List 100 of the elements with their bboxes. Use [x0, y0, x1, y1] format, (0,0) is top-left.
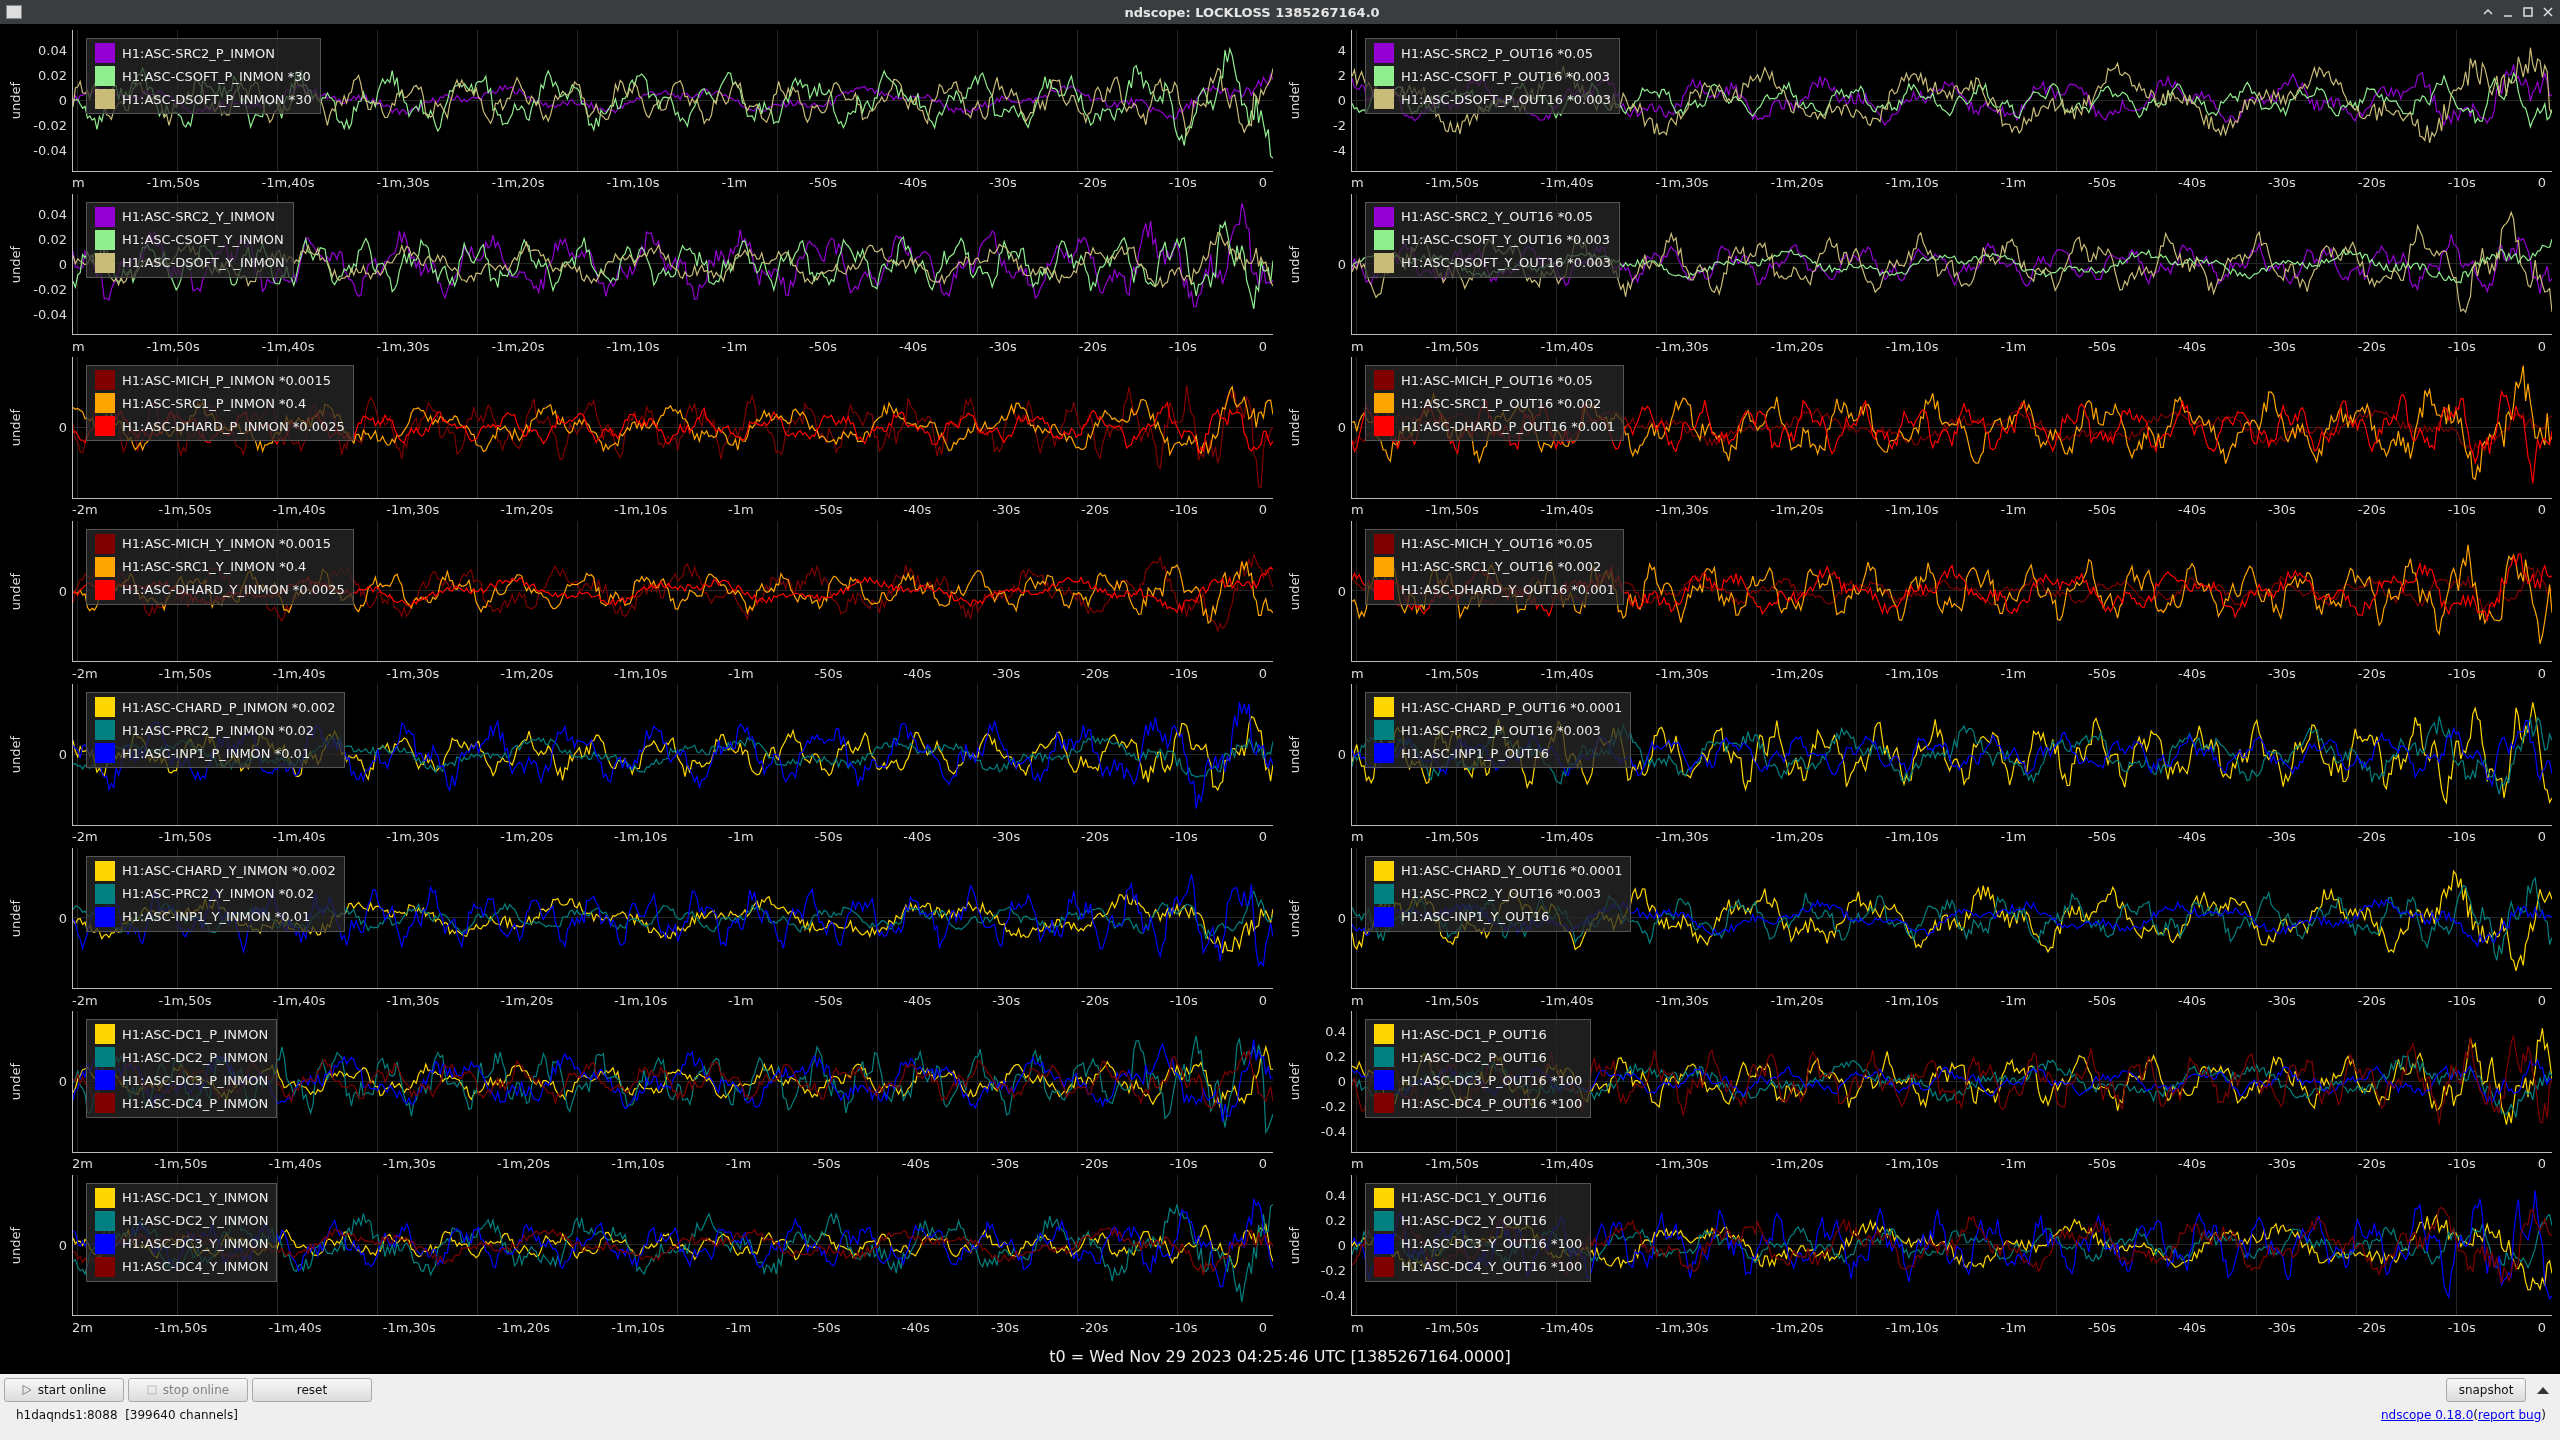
channel-label: H1:ASC-CHARD_P_OUT16 *0.0001	[1401, 699, 1623, 715]
axis-tick-label: 0	[1258, 338, 1267, 354]
axis-tick-label: 0	[1337, 1074, 1346, 1090]
play-icon	[21, 1385, 32, 1395]
axis-tick-label: -20s	[1078, 175, 1107, 190]
axis-title: undef	[1287, 409, 1303, 447]
channel-label: H1:ASC-DC1_P_OUT16	[1401, 1026, 1547, 1042]
channel-label: H1:ASC-INP1_Y_INMON *0.01	[122, 909, 311, 924]
axis-tick-label: -0.04	[33, 143, 67, 159]
axis-tick-label: -0.04	[33, 306, 67, 322]
close-icon[interactable]	[2542, 6, 2554, 18]
channel-label: H1:ASC-DC4_Y_OUT16 *100	[1401, 1259, 1583, 1274]
toolbar-button[interactable]: start online	[4, 1378, 124, 1402]
version-link[interactable]: ndscope 0.18.0	[2380, 1408, 2474, 1422]
axis-tick-label: -0.2	[1320, 1262, 1346, 1278]
axis-tick-label: -1m,50s	[1425, 1156, 1479, 1171]
report-bug-link[interactable]: report bug	[2478, 1408, 2542, 1422]
axis-tick-label: -50s	[2088, 175, 2117, 190]
axis-tick-label: -1m	[2000, 992, 2027, 1008]
channel-label: H1:ASC-DC3_P_OUT16 *100	[1401, 1072, 1583, 1088]
axis-tick-label: -30s	[2267, 1156, 2296, 1171]
axis-title: undef	[1287, 1226, 1303, 1264]
channel-label: H1:ASC-SRC2_Y_INMON	[122, 209, 275, 224]
axis-tick-label: 0	[2537, 665, 2546, 681]
axis-tick-label: 0	[58, 1074, 67, 1090]
axis-tick-label: -1m,40s	[1540, 665, 1594, 681]
axis-tick-label: -30s	[2267, 992, 2296, 1008]
axis-tick-label: -10s	[2447, 665, 2476, 681]
axis-tick-label: -1m	[728, 502, 754, 517]
axis-tick-label: -40s	[2177, 502, 2206, 517]
axis-tick-label: -10s	[1169, 1156, 1198, 1171]
axis-tick-label: -10s	[1169, 829, 1198, 844]
axis-tick-label: -2m	[72, 502, 98, 517]
axis-tick-label: -10s	[2447, 338, 2476, 354]
channel-label: H1:ASC-SRC1_Y_INMON *0.4	[122, 559, 307, 574]
axis-tick-label: -1m,30s	[386, 502, 440, 517]
channel-label: H1:ASC-MICH_Y_OUT16 *0.05	[1401, 536, 1593, 551]
channel-label: H1:ASC-DC2_P_OUT16	[1401, 1049, 1547, 1065]
axis-tick-label: -1m,40s	[261, 338, 315, 354]
axis-tick-label: -20s	[2357, 175, 2386, 190]
axis-tick-label: -30s	[990, 1156, 1019, 1171]
axis-tick-label: 0	[1258, 1319, 1267, 1335]
axis-title: undef	[8, 409, 24, 447]
axis-tick-label: 0	[58, 420, 67, 436]
axis-tick-label: -1m,20s	[500, 502, 554, 517]
axis-tick-label: -1m,30s	[376, 338, 430, 354]
axis-tick-label: m	[1351, 1319, 1364, 1335]
axis-tick-label: -20s	[1081, 829, 1109, 844]
axis-tick-label: -1m,40s	[272, 502, 326, 517]
channel-label: H1:ASC-PRC2_P_INMON *0.02	[122, 722, 315, 738]
axis-title: undef	[1287, 736, 1303, 774]
axis-tick-label: -1m,30s	[1655, 1319, 1709, 1335]
axis-tick-label: -1m	[2000, 502, 2027, 517]
axis-tick-label: m	[72, 338, 85, 354]
axis-tick-label: -1m,20s	[1770, 1156, 1824, 1171]
axis-tick-label: -1m,10s	[1885, 1319, 1939, 1335]
axis-tick-label: -30s	[988, 175, 1017, 190]
collapse-icon[interactable]	[2536, 1385, 2550, 1395]
axis-tick-label: -40s	[2177, 1319, 2206, 1335]
axis-tick-label: -40s	[898, 175, 927, 190]
axis-tick-label: -40s	[903, 829, 932, 844]
channel-label: H1:ASC-MICH_P_OUT16 *0.05	[1401, 372, 1593, 388]
toolbar-button[interactable]: reset	[252, 1378, 372, 1402]
channel-label: H1:ASC-PRC2_P_OUT16 *0.003	[1401, 722, 1601, 738]
axis-tick-label: m	[1351, 502, 1364, 517]
axis-tick-label: 0.04	[38, 206, 67, 222]
maximize-icon[interactable]	[2522, 6, 2534, 18]
window-title: ndscope: LOCKLOSS 1385267164.0	[1124, 4, 1380, 20]
axis-tick-label: m	[1351, 1156, 1364, 1171]
snapshot-button[interactable]: snapshot	[2446, 1378, 2526, 1402]
axis-tick-label: -1m,30s	[386, 665, 440, 681]
channel-label: H1:ASC-DHARD_Y_OUT16 *0.001	[1401, 582, 1616, 597]
axis-tick-label: -20s	[1078, 338, 1107, 354]
axis-tick-label: 0	[1337, 420, 1346, 436]
axis-tick-label: 0	[58, 1237, 67, 1253]
axis-tick-label: -40s	[2177, 829, 2206, 844]
axis-tick-label: -1m,50s	[1425, 175, 1479, 190]
axis-tick-label: -1m,50s	[1425, 665, 1479, 681]
axis-tick-label: 0.02	[38, 68, 67, 84]
axis-tick-label: 0	[1337, 256, 1346, 272]
axis-tick-label: 0	[1337, 747, 1346, 763]
axis-tick-label: -20s	[1080, 1156, 1109, 1171]
axis-tick-label: m	[1351, 175, 1364, 190]
axis-tick-label: -50s	[814, 665, 843, 681]
axis-tick-label: 0	[2537, 829, 2546, 844]
axis-tick-label: 0	[1258, 175, 1267, 190]
axis-tick-label: -1m,20s	[500, 992, 554, 1008]
axis-tick-label: m	[72, 175, 85, 190]
axis-tick-label: -50s	[2088, 338, 2117, 354]
axis-tick-label: -1m,50s	[1425, 1319, 1479, 1335]
axis-tick-label: 0.04	[38, 43, 67, 59]
axis-tick-label: -1m,40s	[268, 1319, 322, 1335]
axis-title: undef	[1287, 899, 1303, 937]
axis-tick-label: -1m,20s	[491, 175, 545, 190]
axis-tick-label: 0	[2537, 502, 2546, 517]
axis-tick-label: -1m,20s	[1770, 992, 1824, 1008]
axis-tick-label: -1m,50s	[158, 992, 212, 1008]
axis-tick-label: -1m,50s	[154, 1156, 208, 1171]
axis-tick-label: -50s	[809, 175, 838, 190]
axis-tick-label: 0	[58, 256, 67, 272]
